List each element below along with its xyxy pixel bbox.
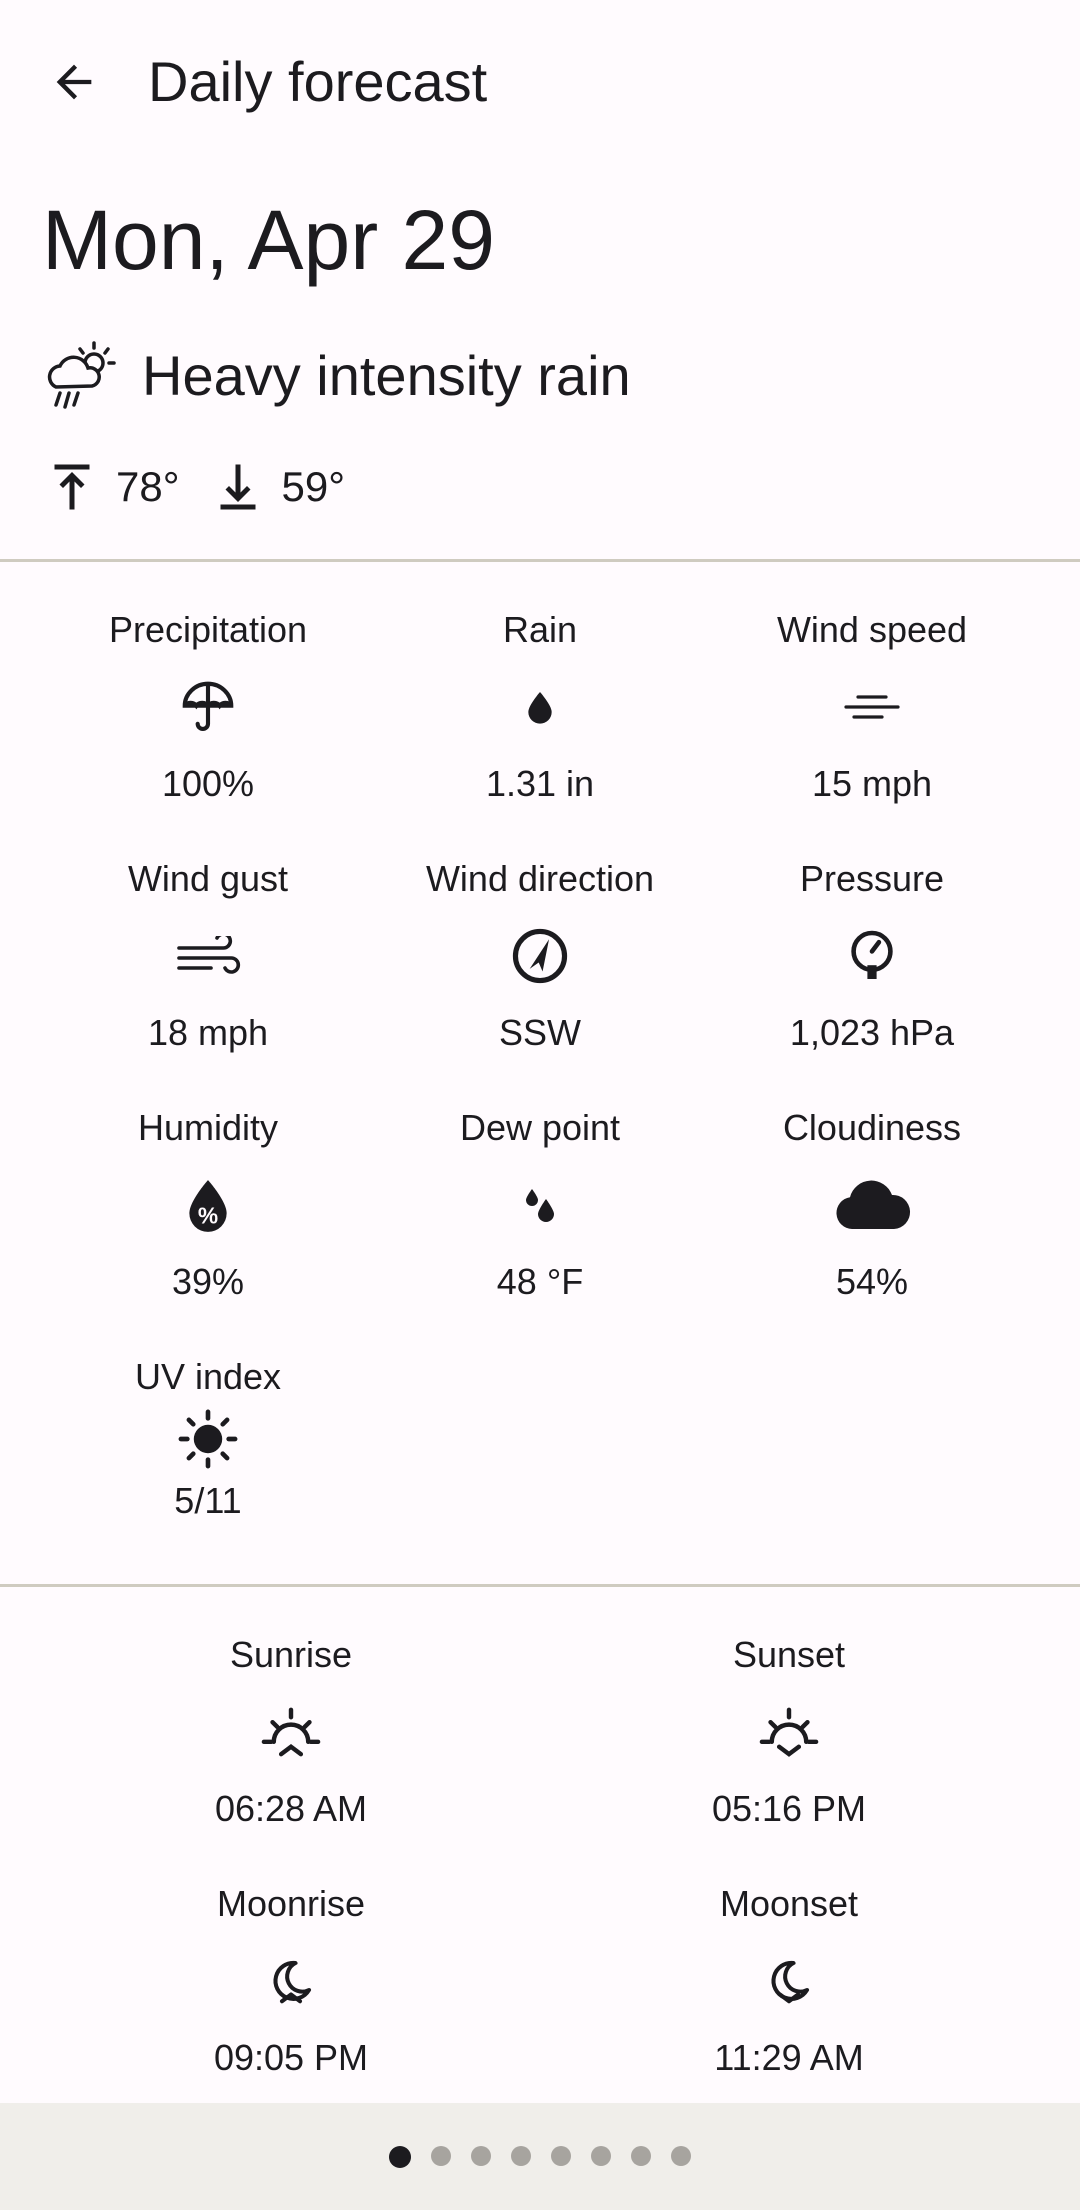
sunrise-icon <box>261 1707 321 1757</box>
water-drop-icon <box>528 692 552 724</box>
astro-value: 09:05 PM <box>213 2037 369 2078</box>
page-dot[interactable] <box>471 2145 491 2166</box>
page-dot[interactable] <box>511 2145 531 2166</box>
detail-value: 100% <box>161 763 255 804</box>
detail-value: 15 mph <box>811 763 933 804</box>
detail-label: Wind speed <box>776 609 968 650</box>
page-dot[interactable] <box>631 2145 651 2166</box>
umbrella-icon <box>182 681 234 731</box>
detail-label: Rain <box>502 609 578 650</box>
temperature-range: 78° 59° <box>42 452 373 522</box>
detail-wind-speed: Wind speed 15 mph <box>722 608 1022 806</box>
dew-point-icon <box>526 1189 554 1222</box>
page-dot[interactable] <box>431 2145 451 2166</box>
page-indicator <box>379 2145 701 2168</box>
section-divider <box>0 559 1080 562</box>
detail-wind-gust: Wind gust 18 mph <box>58 857 358 1055</box>
astro-label: Moonset <box>719 1883 859 1924</box>
astro-label: Sunrise <box>229 1634 353 1675</box>
detail-humidity: Humidity % 39% <box>58 1106 358 1304</box>
astro-moonrise: Moonrise 09:05 PM <box>141 1882 441 2080</box>
compass-icon <box>512 928 568 984</box>
astro-label: Moonrise <box>216 1883 366 1924</box>
detail-label: Pressure <box>799 858 945 899</box>
cloud-icon <box>836 1180 911 1229</box>
detail-dew-point: Dew point 48 °F <box>390 1106 690 1304</box>
page-title: Daily forecast <box>148 50 488 113</box>
detail-precipitation: Precipitation 100% <box>58 608 358 806</box>
humidity-icon: % <box>189 1180 227 1232</box>
detail-value: 39% <box>171 1261 245 1302</box>
sunset-icon <box>759 1707 819 1757</box>
moonrise-icon <box>273 1960 312 2004</box>
astro-sunset: Sunset 05:16 PM <box>639 1633 939 1831</box>
detail-wind-direction: Wind direction SSW <box>390 857 690 1055</box>
arrow-up-bar-icon <box>54 464 90 510</box>
astro-value: 11:29 AM <box>714 2037 864 2078</box>
detail-value: 5/11 <box>174 1480 242 1521</box>
forecast-date: Mon, Apr 29 <box>42 193 495 287</box>
page-indicator-bar <box>0 2103 1080 2210</box>
arrow-back-icon <box>56 64 92 100</box>
astro-value: 06:28 AM <box>214 1788 368 1829</box>
top-app-bar: Daily forecast <box>0 0 1080 165</box>
detail-label: Humidity <box>137 1107 279 1148</box>
detail-value: 48 °F <box>496 1261 584 1302</box>
section-divider <box>0 1584 1080 1587</box>
detail-label: Precipitation <box>108 609 308 650</box>
page-dot[interactable] <box>389 2145 411 2168</box>
page-dot[interactable] <box>671 2145 691 2166</box>
gauge-icon <box>851 930 893 979</box>
page-dot[interactable] <box>551 2145 571 2166</box>
detail-label: Wind direction <box>425 858 655 899</box>
high-temperature: 78° <box>116 463 180 510</box>
wind-speed-icon <box>844 695 900 719</box>
weather-condition: Heavy intensity rain <box>42 330 631 420</box>
detail-value: 18 mph <box>147 1012 269 1053</box>
detail-label: Dew point <box>459 1107 621 1148</box>
arrow-down-bar-icon <box>220 464 256 510</box>
astro-moonset: Moonset 11:29 AM <box>639 1882 939 2080</box>
detail-value: 54% <box>835 1261 909 1302</box>
low-temperature: 59° <box>281 463 346 510</box>
detail-label: UV index <box>134 1356 282 1397</box>
moonset-icon <box>771 1960 810 2004</box>
sun-icon <box>178 1409 238 1469</box>
detail-label: Wind gust <box>127 858 289 899</box>
astro-sunrise: Sunrise 06:28 AM <box>141 1633 441 1831</box>
page-dot[interactable] <box>591 2145 611 2166</box>
condition-text: Heavy intensity rain <box>142 343 631 407</box>
astro-value: 05:16 PM <box>711 1788 867 1829</box>
detail-value: SSW <box>498 1012 581 1053</box>
detail-cloudiness: Cloudiness 54% <box>722 1106 1022 1304</box>
rain-partly-sunny-icon <box>47 341 116 409</box>
detail-value: 1,023 hPa <box>789 1012 955 1053</box>
detail-uv-index: UV index 5/11 <box>58 1355 358 1523</box>
back-button[interactable] <box>34 42 114 122</box>
detail-rain: Rain 1.31 in <box>390 608 690 806</box>
detail-pressure: Pressure 1,023 hPa <box>722 857 1022 1055</box>
detail-value: 1.31 in <box>485 763 595 804</box>
svg-text:%: % <box>198 1203 218 1229</box>
astro-label: Sunset <box>732 1634 846 1675</box>
detail-label: Cloudiness <box>782 1107 962 1148</box>
wind-gust-icon <box>177 936 241 974</box>
